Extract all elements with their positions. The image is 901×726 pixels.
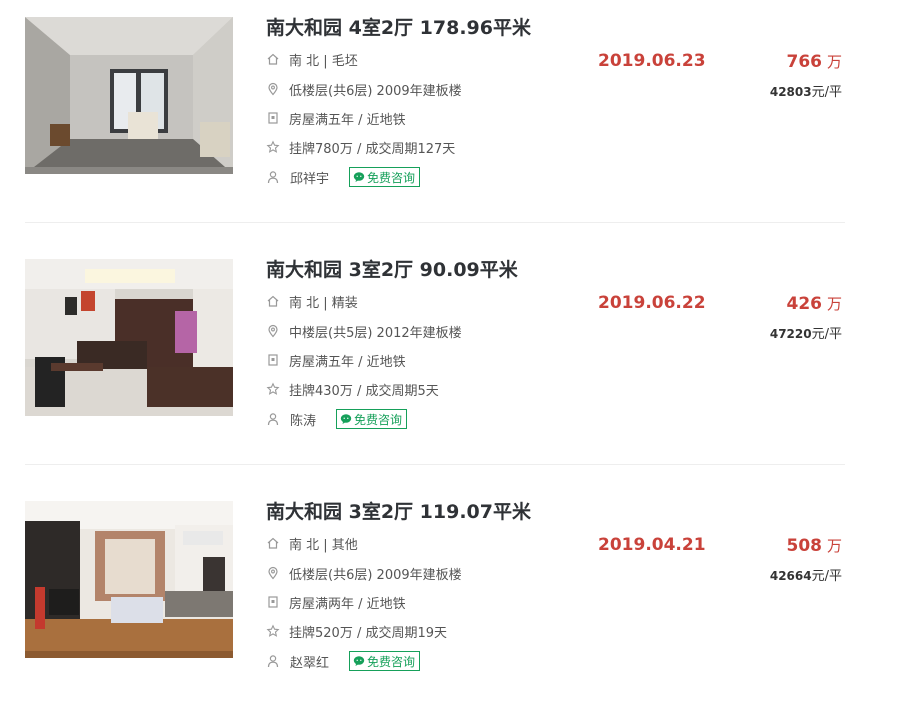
deal-cycle-text: 挂牌430万 / 成交周期5天: [289, 383, 439, 399]
listing-item: 南大和园 3室2厅 119.07平米 南 北 | 其他 低楼层(共6层) 200…: [0, 484, 901, 726]
house-icon: [266, 294, 280, 308]
listing-divider: [25, 464, 845, 465]
position-info-text: 中楼层(共5层) 2012年建板楼: [289, 325, 462, 341]
wechat-icon: [340, 414, 352, 424]
deal-cycle-info: 挂牌780万 / 成交周期127天: [266, 138, 456, 157]
deal-list: 南大和园 4室2厅 178.96平米 南 北 | 毛坯 低楼层(共6层) 200…: [0, 0, 901, 691]
agent-info: 邱祥宇 免费咨询: [266, 167, 421, 187]
listing-photo-living-room[interactable]: [25, 259, 233, 416]
location-pin-icon: [266, 82, 280, 96]
tags-text: 房屋满五年 / 近地铁: [289, 354, 406, 370]
position-info: 低楼层(共6层) 2009年建板楼: [266, 80, 462, 99]
deal-date: 2019.06.22: [598, 293, 706, 313]
position-info-text: 低楼层(共6层) 2009年建板楼: [289, 83, 462, 99]
shield-icon: [266, 353, 280, 367]
total-price-unit: 万: [826, 53, 842, 71]
position-info-text: 低楼层(共6层) 2009年建板楼: [289, 567, 462, 583]
listing-photo-empty-room[interactable]: [25, 17, 233, 174]
wechat-icon: [353, 656, 365, 666]
deal-cycle-text: 挂牌520万 / 成交周期19天: [289, 625, 447, 641]
deal-date: 2019.06.23: [598, 51, 706, 71]
deal-cycle-text: 挂牌780万 / 成交周期127天: [289, 141, 456, 157]
person-icon: [266, 170, 280, 184]
unit-price-value: 47220: [769, 327, 812, 341]
unit-price: 42803元/平: [770, 81, 842, 100]
listing-title[interactable]: 南大和园 3室2厅 119.07平米: [266, 497, 531, 524]
tags-text: 房屋满五年 / 近地铁: [289, 112, 406, 128]
person-icon: [266, 412, 280, 426]
agent-info: 赵翠红 免费咨询: [266, 651, 421, 671]
total-price-unit: 万: [826, 295, 842, 313]
listing-title[interactable]: 南大和园 3室2厅 90.09平米: [266, 255, 518, 282]
deal-date: 2019.04.21: [598, 535, 706, 555]
person-icon: [266, 654, 280, 668]
star-icon: [266, 382, 280, 396]
listing-divider: [25, 222, 845, 223]
deal-house-tags: 房屋满五年 / 近地铁: [266, 351, 406, 370]
unit-price-value: 42664: [769, 569, 812, 583]
free-consult-button[interactable]: 免费咨询: [349, 167, 421, 187]
unit-price-suffix: 元/平: [811, 569, 842, 584]
house-icon: [266, 536, 280, 550]
tags-text: 房屋满两年 / 近地铁: [289, 596, 406, 612]
total-price: 426 万: [786, 293, 842, 314]
unit-price: 42664元/平: [770, 565, 842, 584]
location-pin-icon: [266, 324, 280, 338]
total-price: 766 万: [786, 51, 842, 72]
agent-name[interactable]: 陈涛: [290, 410, 316, 429]
house-icon: [266, 52, 280, 66]
shield-icon: [266, 111, 280, 125]
free-consult-label: 免费咨询: [367, 170, 416, 185]
star-icon: [266, 624, 280, 638]
house-info-text: 南 北 | 精装: [289, 295, 358, 311]
agent-name[interactable]: 邱祥宇: [290, 168, 329, 187]
total-price-value: 766: [786, 52, 822, 72]
unit-price-suffix: 元/平: [811, 85, 842, 100]
unit-price-value: 42803: [769, 85, 812, 99]
position-info: 中楼层(共5层) 2012年建板楼: [266, 322, 462, 341]
star-icon: [266, 140, 280, 154]
position-info: 低楼层(共6层) 2009年建板楼: [266, 564, 462, 583]
unit-price: 47220元/平: [770, 323, 842, 342]
total-price-value: 426: [786, 294, 822, 314]
shield-icon: [266, 595, 280, 609]
unit-price-suffix: 元/平: [811, 327, 842, 342]
total-price-value: 508: [786, 536, 822, 556]
listing-item: 南大和园 4室2厅 178.96平米 南 北 | 毛坯 低楼层(共6层) 200…: [0, 0, 901, 242]
house-info: 南 北 | 精装: [266, 292, 358, 311]
house-info: 南 北 | 其他: [266, 534, 358, 553]
deal-cycle-info: 挂牌430万 / 成交周期5天: [266, 380, 439, 399]
house-info: 南 北 | 毛坯: [266, 50, 358, 69]
free-consult-button[interactable]: 免费咨询: [349, 651, 421, 671]
free-consult-button[interactable]: 免费咨询: [336, 409, 408, 429]
deal-cycle-info: 挂牌520万 / 成交周期19天: [266, 622, 447, 641]
location-pin-icon: [266, 566, 280, 580]
listing-photo-dining-room[interactable]: [25, 501, 233, 658]
free-consult-label: 免费咨询: [367, 654, 416, 669]
listing-item: 南大和园 3室2厅 90.09平米 南 北 | 精装 中楼层(共5层) 2012…: [0, 242, 901, 484]
house-info-text: 南 北 | 其他: [289, 537, 358, 553]
deal-house-tags: 房屋满五年 / 近地铁: [266, 109, 406, 128]
wechat-icon: [353, 172, 365, 182]
agent-info: 陈涛 免费咨询: [266, 409, 408, 429]
listing-title[interactable]: 南大和园 4室2厅 178.96平米: [266, 13, 531, 40]
deal-house-tags: 房屋满两年 / 近地铁: [266, 593, 406, 612]
house-info-text: 南 北 | 毛坯: [289, 53, 358, 69]
total-price-unit: 万: [826, 537, 842, 555]
total-price: 508 万: [786, 535, 842, 556]
agent-name[interactable]: 赵翠红: [290, 652, 329, 671]
free-consult-label: 免费咨询: [354, 412, 403, 427]
